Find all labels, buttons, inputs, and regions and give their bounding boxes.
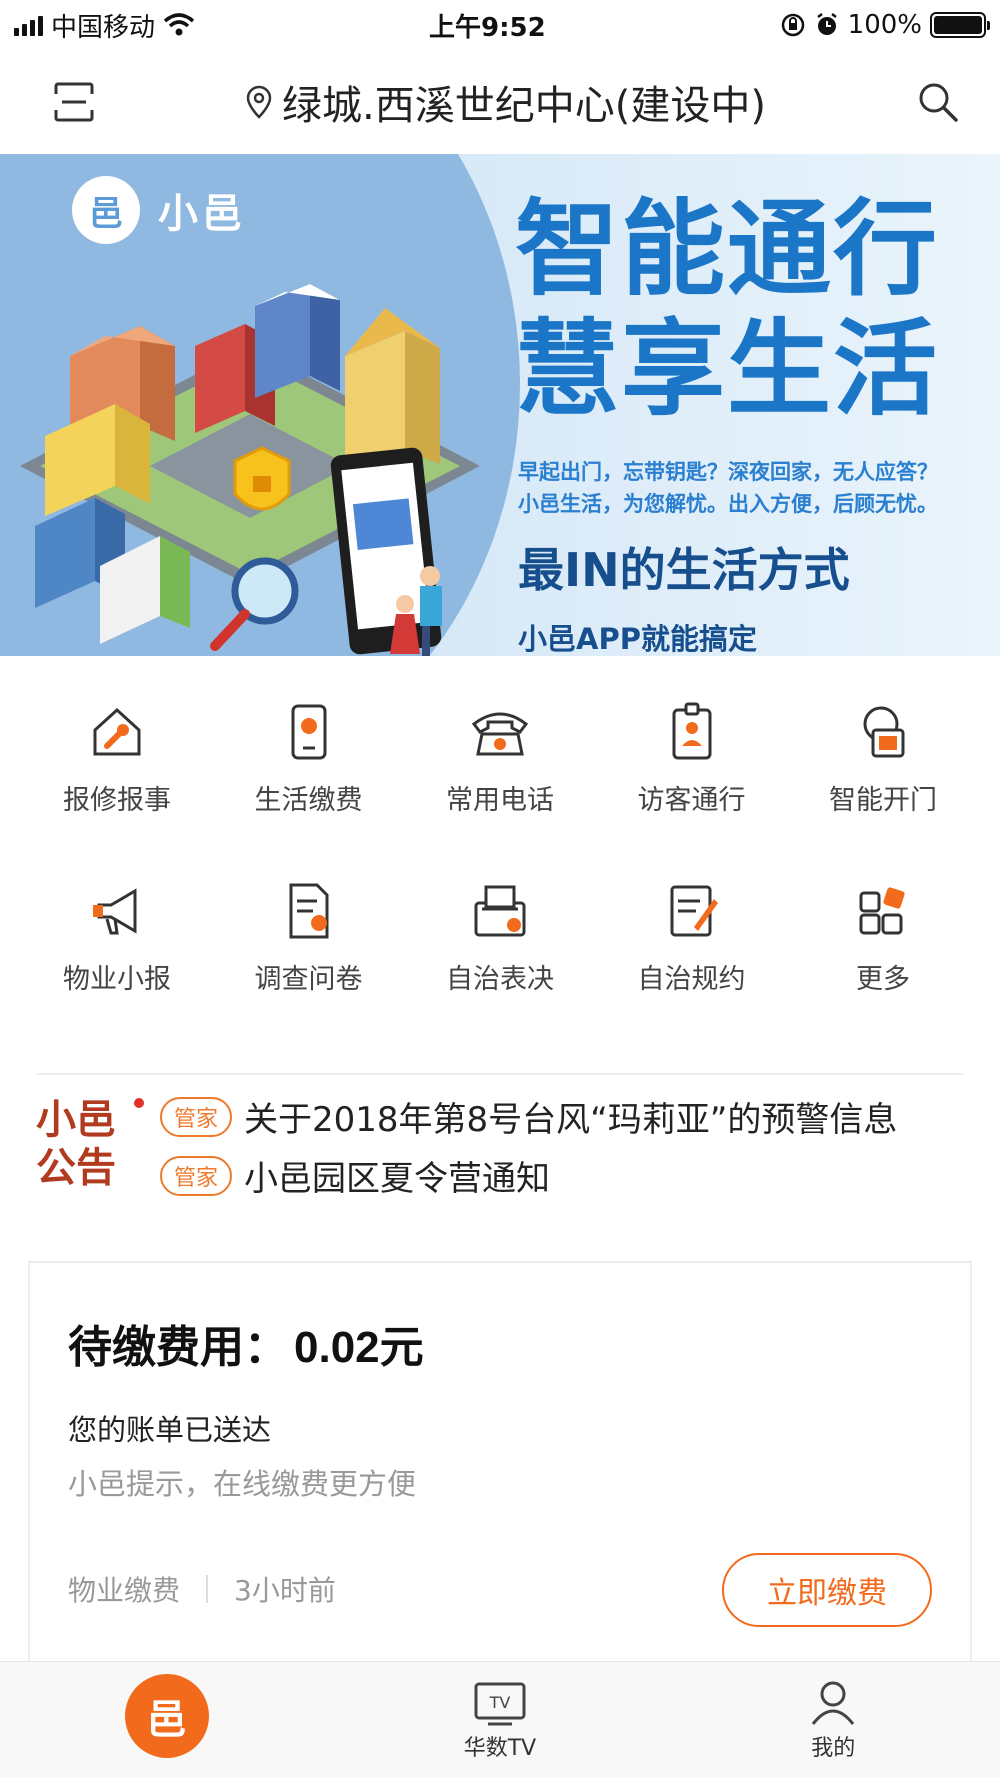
bill-tip-text: 小邑提示，在线缴费更方便 (68, 1467, 417, 1501)
notice-item[interactable]: 管家 关于2018年第8号台风“玛莉亚”的预警信息 (160, 1092, 897, 1141)
service-bulletin[interactable]: 物业小报 (22, 879, 212, 996)
tab-label: 华数TV (463, 1735, 537, 1761)
divider (36, 1073, 964, 1075)
rotation-lock-icon (781, 13, 804, 37)
svg-text:TV: TV (489, 1693, 511, 1712)
home-logo-icon: 邑 (124, 1673, 209, 1758)
megaphone-icon (93, 888, 137, 935)
bill-meta: 物业缴费 3小时前 (68, 1569, 336, 1609)
tab-tv[interactable]: TV 华数TV (400, 1678, 600, 1762)
service-visitor[interactable]: 访客通行 (597, 700, 787, 817)
survey-icon (289, 883, 328, 939)
signal-icon (14, 14, 43, 36)
service-label: 常用电话 (446, 785, 554, 816)
bill-amount-label: 待缴费用： (68, 1322, 288, 1373)
bill-sent-text: 您的账单已送达 (68, 1413, 272, 1447)
promo-banner[interactable]: 邑 小邑 智能通行 慧享生活 早起出门，忘带钥匙？深夜回家，无人应答？ 小邑生活… (0, 154, 1000, 656)
banner-brand: 邑 小邑 (72, 176, 246, 244)
status-bar: 中国移动 上午9:52 100% (0, 0, 1000, 50)
pay-now-button[interactable]: 立即缴费 (722, 1553, 932, 1627)
location-selector[interactable]: 绿城.西溪世纪中心(建设中) (246, 73, 766, 131)
wifi-icon (163, 13, 195, 36)
service-label: 报修报事 (63, 785, 171, 816)
service-grid: 报修报事 生活缴费 常用电话 访客通行 智能开门 物业小报 调查问卷 自治表决 … (0, 700, 1000, 996)
phone-payment-icon (291, 704, 326, 760)
banner-desc-line-1: 早起出门，忘带钥匙？深夜回家，无人应答？ (518, 460, 938, 484)
service-vote[interactable]: 自治表决 (405, 879, 595, 996)
battery-percent: 100% (847, 10, 922, 40)
notice-item[interactable]: 管家 小邑园区夏令营通知 (160, 1151, 897, 1200)
status-time: 上午9:52 (429, 12, 546, 43)
service-label: 物业小报 (63, 964, 171, 995)
service-label: 自治规约 (637, 964, 746, 995)
banner-headline-2: 慧享生活 (515, 308, 940, 430)
notice-logo-line-2: 公告 (36, 1145, 116, 1191)
service-label: 更多 (856, 964, 910, 995)
bill-amount: 待缴费用： 0.02元 (68, 1311, 424, 1375)
tab-bar: 邑 TV 华数TV 我的 (0, 1661, 1000, 1777)
banner-headline-1: 智能通行 (515, 188, 940, 310)
service-rules[interactable]: 自治规约 (597, 879, 787, 996)
scan-icon[interactable] (52, 80, 96, 124)
service-label: 访客通行 (637, 785, 746, 816)
bill-card[interactable]: 待缴费用： 0.02元 您的账单已送达 小邑提示，在线缴费更方便 物业缴费 3小时… (28, 1261, 972, 1661)
bill-time: 3小时前 (234, 1574, 336, 1607)
tab-home[interactable]: 邑 (67, 1673, 267, 1758)
more-grid-icon (859, 887, 905, 935)
profile-icon (812, 1681, 855, 1725)
notice-logo: 小邑 公告 (36, 1096, 148, 1196)
service-smart-door[interactable]: 智能开门 (788, 700, 978, 817)
meta-separator (206, 1575, 209, 1603)
banner-subslogan: 小邑APP就能搞定 (518, 622, 757, 656)
city-illustration (20, 284, 480, 656)
notice-text: 小邑园区夏令营通知 (244, 1159, 551, 1199)
shield-lock-icon (233, 446, 291, 511)
tv-icon: TV (474, 1682, 526, 1725)
vote-box-icon (474, 885, 526, 937)
tab-profile[interactable]: 我的 (733, 1678, 933, 1762)
notice-logo-line-1: 小邑 (36, 1097, 116, 1143)
rules-document-icon (670, 885, 718, 937)
smart-door-icon (863, 706, 905, 758)
brand-name: 小邑 (158, 191, 246, 237)
unread-dot-icon (134, 1098, 144, 1108)
notice-list: 管家 关于2018年第8号台风“玛莉亚”的预警信息 管家 小邑园区夏令营通知 (160, 1092, 897, 1200)
brand-logo-icon: 邑 (72, 176, 140, 244)
service-label: 智能开门 (829, 785, 937, 816)
location-name: 绿城.西溪世纪中心(建设中) (282, 83, 766, 129)
service-repair[interactable]: 报修报事 (22, 700, 212, 817)
banner-desc-line-2: 小邑生活，为您解忧。出入方便，后顾无忧。 (518, 492, 938, 516)
repair-house-icon (93, 707, 141, 756)
alarm-icon (816, 13, 837, 35)
bill-category: 物业缴费 (68, 1574, 181, 1607)
notice-board[interactable]: 小邑 公告 管家 关于2018年第8号台风“玛莉亚”的预警信息 管家 小邑园区夏… (36, 1096, 966, 1199)
banner-slogan: 最IN的生活方式 (518, 543, 850, 597)
banner-description: 早起出门，忘带钥匙？深夜回家，无人应答？ 小邑生活，为您解忧。出入方便，后顾无忧… (518, 456, 938, 520)
service-more[interactable]: 更多 (788, 879, 978, 996)
tab-label: 我的 (811, 1735, 856, 1761)
notice-text: 关于2018年第8号台风“玛莉亚”的预警信息 (244, 1100, 898, 1140)
carrier-label: 中国移动 (51, 12, 156, 43)
building-blue (255, 284, 340, 398)
visitor-badge-icon (672, 702, 711, 760)
notice-tag: 管家 (160, 1096, 233, 1137)
service-label: 自治表决 (446, 964, 554, 995)
bill-amount-value: 0.02元 (294, 1323, 424, 1372)
nav-bar: 绿城.西溪世纪中心(建设中) (0, 50, 1000, 154)
notice-tag: 管家 (160, 1155, 233, 1196)
service-payment[interactable]: 生活缴费 (214, 700, 404, 817)
location-pin-icon (246, 85, 272, 119)
service-survey[interactable]: 调查问卷 (214, 879, 404, 996)
search-icon[interactable] (916, 80, 960, 124)
service-label: 调查问卷 (254, 964, 363, 995)
telephone-icon (471, 712, 529, 756)
service-phone[interactable]: 常用电话 (405, 700, 595, 817)
service-label: 生活缴费 (254, 785, 363, 816)
battery-icon (930, 12, 990, 38)
